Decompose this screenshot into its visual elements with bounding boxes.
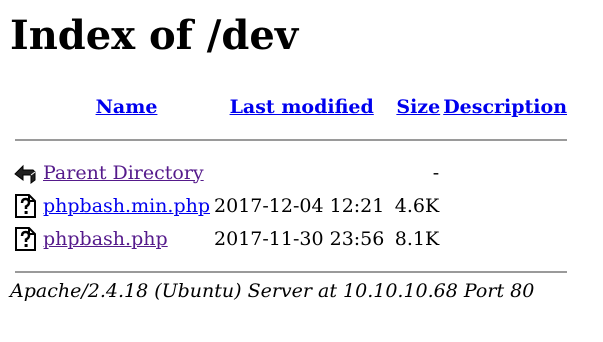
description-cell: [442, 223, 568, 254]
table-row: phpbash.min.php 2017-12-04 12:21 4.6K: [12, 190, 568, 221]
back-icon: [14, 164, 36, 184]
last-modified-column-header: Last modified: [213, 91, 385, 122]
name-cell: phpbash.min.php: [42, 190, 211, 221]
name-cell: phpbash.php: [42, 223, 211, 254]
parent-directory-link[interactable]: Parent Directory: [43, 162, 204, 184]
file-listing-table: Name Last modified Size Description Pare…: [10, 89, 570, 289]
size-cell: -: [432, 161, 440, 184]
unknown-file-icon: [15, 226, 36, 251]
icon-cell: [12, 190, 40, 221]
table-row: phpbash.php 2017-11-30 23:56 8.1K: [12, 223, 568, 254]
directory-listing-page: Index of /dev Name Last modified Size De…: [0, 0, 603, 342]
icon-cell: [12, 223, 40, 254]
sort-by-description-link[interactable]: Description: [443, 96, 567, 118]
unknown-file-icon: [15, 193, 36, 218]
description-cell: [442, 157, 568, 188]
header-divider-row: [12, 124, 568, 155]
divider: [15, 138, 568, 141]
last-modified-cell: 2017-11-30 23:56: [214, 227, 385, 250]
name-cell: Parent Directory: [42, 157, 211, 188]
table-row: Parent Directory -: [12, 157, 568, 188]
sort-by-name-link[interactable]: Name: [96, 96, 158, 118]
file-link-phpbash-min[interactable]: phpbash.min.php: [43, 195, 210, 217]
file-link-phpbash[interactable]: phpbash.php: [43, 228, 168, 250]
table-header-row: Name Last modified Size Description: [12, 91, 568, 122]
size-cell: 4.6K: [394, 194, 440, 217]
name-column-header: Name: [42, 91, 211, 122]
server-signature: Apache/2.4.18 (Ubuntu) Server at 10.10.1…: [10, 280, 535, 302]
last-modified-cell: [213, 157, 385, 188]
size-column-header: Size: [387, 91, 440, 122]
size-cell: 8.1K: [394, 227, 440, 250]
sort-by-last-modified-link[interactable]: Last modified: [230, 96, 374, 118]
icon-cell: [12, 157, 40, 188]
last-modified-cell: 2017-12-04 12:21: [214, 194, 385, 217]
sort-by-size-link[interactable]: Size: [396, 96, 440, 118]
page-title: Index of /dev: [10, 12, 299, 59]
divider: [15, 270, 568, 273]
description-cell: [442, 190, 568, 221]
description-column-header: Description: [442, 91, 568, 122]
icon-column-header: [12, 91, 40, 122]
